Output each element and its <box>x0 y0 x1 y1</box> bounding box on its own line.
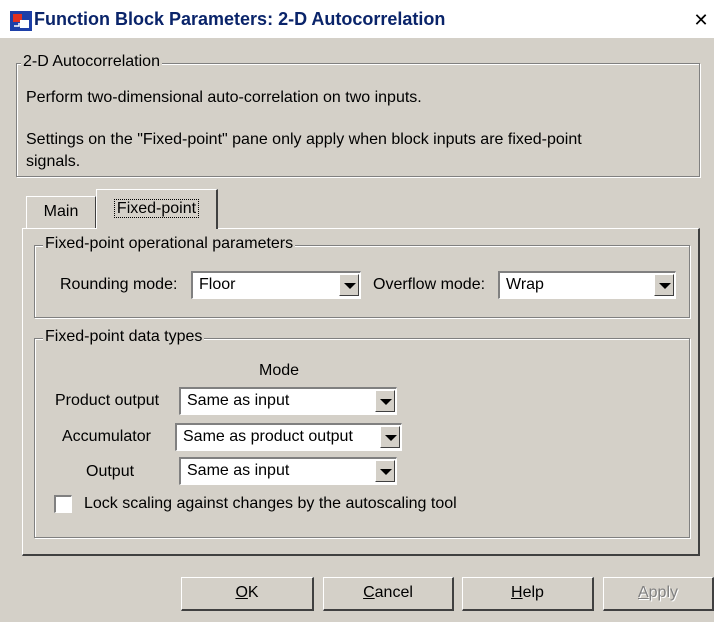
description-text-line2: Settings on the "Fixed-point" pane only … <box>26 131 582 148</box>
apply-label: pply <box>648 584 679 601</box>
description-group: 2-D Autocorrelation Perform two-dimensio… <box>16 53 700 177</box>
rounding-mode-value: Floor <box>199 276 236 293</box>
chevron-down-icon[interactable] <box>654 274 674 296</box>
output-label: Output <box>86 463 135 480</box>
output-value: Same as input <box>187 462 290 479</box>
accumulator-select[interactable]: Same as product output <box>175 423 402 451</box>
ok-label: K <box>247 584 259 601</box>
help-button[interactable]: Help <box>462 577 594 611</box>
overflow-mode-label: Overflow mode: <box>373 276 486 293</box>
apply-button[interactable]: Apply <box>603 577 714 611</box>
accumulator-label: Accumulator <box>62 428 151 445</box>
tab-main-label: Main <box>43 203 79 220</box>
rounding-mode-select[interactable]: Floor <box>191 271 361 299</box>
close-icon[interactable]: ✕ <box>690 10 712 30</box>
apply-mnemonic: A <box>637 584 649 601</box>
tab-main[interactable]: Main <box>26 196 96 228</box>
product-output-label: Product output <box>55 392 160 409</box>
data-types-label: Fixed-point data types <box>43 328 205 346</box>
lock-scaling-label: Lock scaling against changes by the auto… <box>84 495 457 512</box>
chevron-down-icon[interactable] <box>380 426 400 448</box>
tab-fixed-point[interactable]: Fixed-point <box>96 189 218 229</box>
product-output-select[interactable]: Same as input <box>179 387 397 415</box>
window-title: Function Block Parameters: 2-D Autocorre… <box>34 9 446 29</box>
tab-fixed-point-label: Fixed-point <box>113 199 200 218</box>
accumulator-value: Same as product output <box>183 428 353 445</box>
simulink-block-icon <box>10 11 32 31</box>
cancel-button[interactable]: Cancel <box>323 577 454 611</box>
title-bar[interactable]: Function Block Parameters: 2-D Autocorre… <box>0 0 714 38</box>
chevron-down-icon[interactable] <box>375 460 395 482</box>
operational-params-label: Fixed-point operational parameters <box>43 235 296 253</box>
ok-mnemonic: O <box>235 584 248 601</box>
lock-scaling-checkbox[interactable] <box>54 495 72 513</box>
overflow-mode-select[interactable]: Wrap <box>498 271 676 299</box>
rounding-mode-label: Rounding mode: <box>60 276 178 293</box>
output-select[interactable]: Same as input <box>179 457 397 485</box>
chevron-down-icon[interactable] <box>339 274 359 296</box>
description-group-label: 2-D Autocorrelation <box>21 53 162 71</box>
cancel-mnemonic: C <box>363 584 375 601</box>
product-output-value: Same as input <box>187 392 290 409</box>
mode-column-header: Mode <box>259 362 300 379</box>
ok-button[interactable]: OK <box>181 577 314 611</box>
cancel-label: ancel <box>374 584 413 601</box>
chevron-down-icon[interactable] <box>375 390 395 412</box>
overflow-mode-value: Wrap <box>506 276 544 293</box>
help-label: elp <box>522 584 544 601</box>
description-text-line3: signals. <box>26 153 81 170</box>
description-text-line1: Perform two-dimensional auto-correlation… <box>26 89 422 106</box>
help-mnemonic: H <box>511 584 523 601</box>
dialog-window: Function Block Parameters: 2-D Autocorre… <box>0 0 714 622</box>
